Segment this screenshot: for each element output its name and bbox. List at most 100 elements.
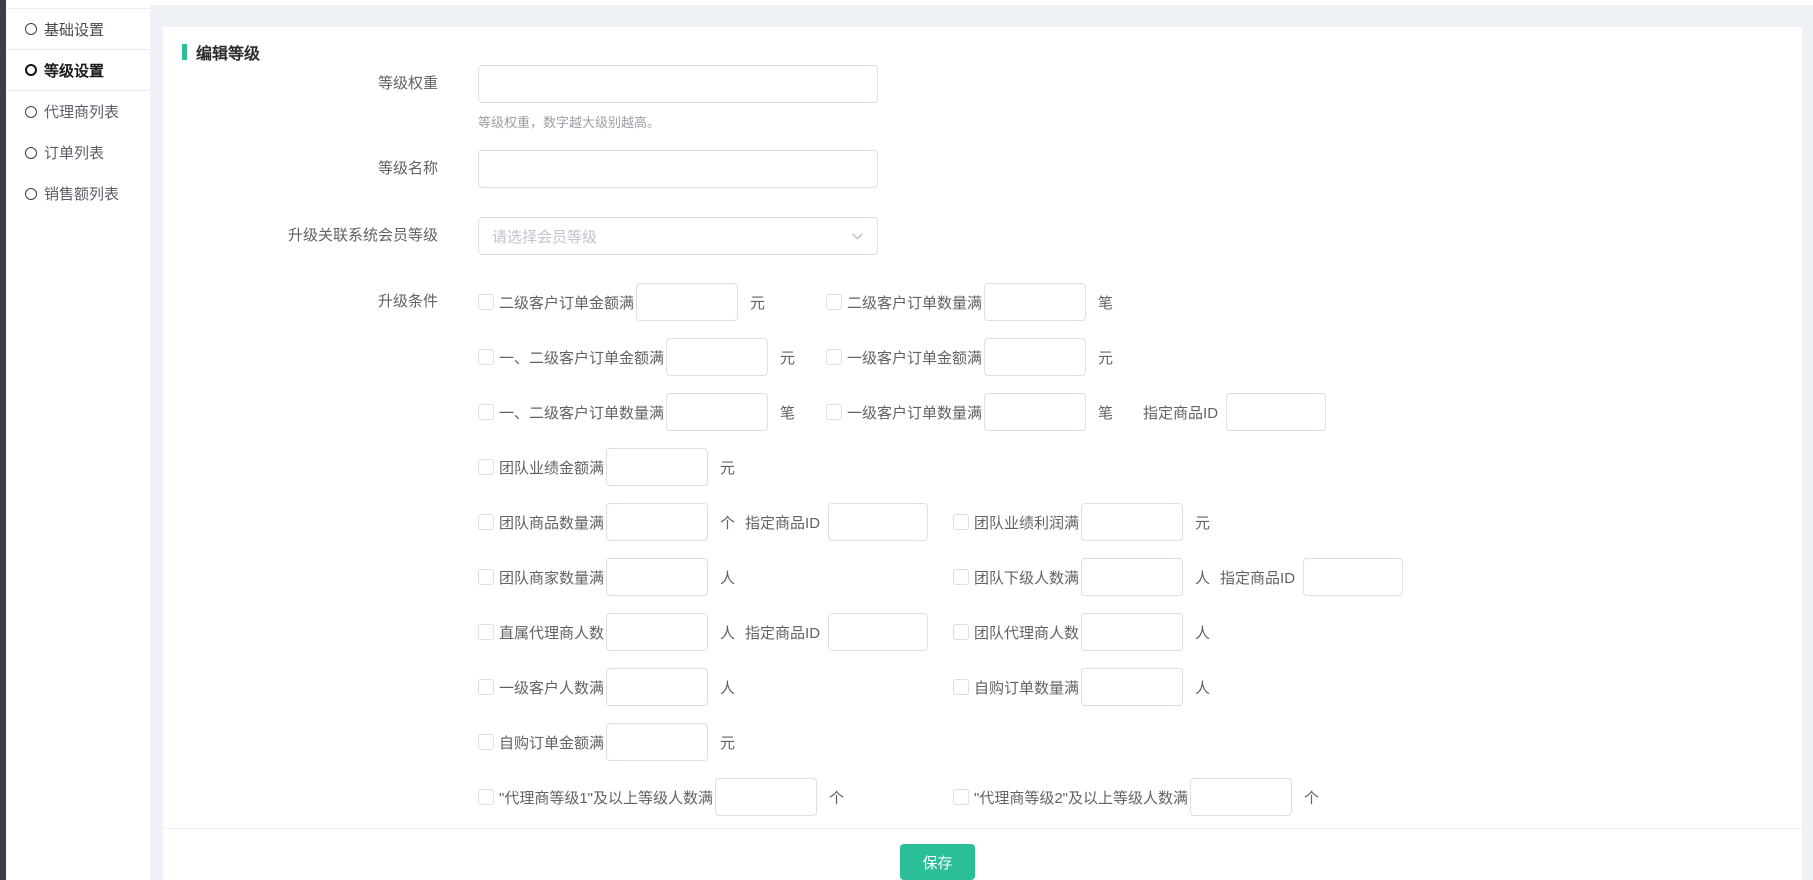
condition-value-input[interactable] bbox=[606, 558, 708, 596]
sidebar-item-label: 销售额列表 bbox=[44, 183, 119, 204]
condition-row-8: 一级客户人数满人自购订单数量满人 bbox=[478, 668, 1728, 706]
condition-row-5: 团队商品数量满个指定商品ID团队业绩利润满元 bbox=[478, 503, 1728, 541]
condition-item: 一级客户人数满 人 bbox=[478, 668, 735, 706]
sidebar-item-1[interactable]: 基础设置 bbox=[6, 9, 150, 50]
condition-checkbox[interactable] bbox=[478, 569, 494, 585]
condition-checkbox[interactable] bbox=[953, 514, 969, 530]
condition-value-input[interactable] bbox=[1190, 778, 1292, 816]
condition-checkbox[interactable] bbox=[478, 514, 494, 530]
condition-checkbox[interactable] bbox=[953, 624, 969, 640]
condition-value-input[interactable] bbox=[606, 668, 708, 706]
product-id-label: 指定商品ID bbox=[1143, 402, 1218, 423]
condition-label: 一级客户订单金额满 bbox=[847, 347, 982, 368]
member-level-select[interactable]: 请选择会员等级 bbox=[478, 217, 878, 255]
condition-checkbox[interactable] bbox=[953, 789, 969, 805]
condition-value-input[interactable] bbox=[984, 338, 1086, 376]
condition-checkbox[interactable] bbox=[478, 404, 494, 420]
condition-label: 自购订单金额满 bbox=[499, 732, 604, 753]
sidebar-item-3[interactable]: 代理商列表 bbox=[6, 91, 150, 132]
condition-label: 一级客户人数满 bbox=[499, 677, 604, 698]
condition-value-input[interactable] bbox=[666, 338, 768, 376]
condition-value-input[interactable] bbox=[1081, 613, 1183, 651]
save-bar: 保存 bbox=[163, 828, 1802, 880]
radio-circle-icon bbox=[25, 23, 37, 35]
condition-checkbox[interactable] bbox=[478, 679, 494, 695]
condition-row-2: 一、二级客户订单金额满元一级客户订单金额满元 bbox=[478, 338, 1728, 376]
product-id-input[interactable] bbox=[828, 503, 928, 541]
condition-value-input[interactable] bbox=[984, 283, 1086, 321]
product-id-input[interactable] bbox=[1303, 558, 1403, 596]
sidebar-menu: 基础设置等级设置代理商列表订单列表销售额列表 bbox=[6, 8, 150, 214]
product-id-label: 指定商品ID bbox=[745, 512, 820, 533]
condition-checkbox[interactable] bbox=[953, 679, 969, 695]
condition-label: 二级客户订单金额满 bbox=[499, 292, 634, 313]
condition-value-input[interactable] bbox=[606, 448, 708, 486]
member-level-placeholder: 请选择会员等级 bbox=[492, 226, 597, 247]
sidebar-item-2[interactable]: 等级设置 bbox=[6, 50, 150, 91]
condition-label: "代理商等级2"及以上等级人数满 bbox=[974, 787, 1188, 808]
form-row-member-level: 升级关联系统会员等级 请选择会员等级 bbox=[163, 217, 1802, 255]
weight-input[interactable] bbox=[478, 65, 878, 103]
product-id-input[interactable] bbox=[828, 613, 928, 651]
condition-label: 一级客户订单数量满 bbox=[847, 402, 982, 423]
condition-row-1: 二级客户订单金额满元二级客户订单数量满笔 bbox=[478, 283, 1728, 321]
condition-item: 团队下级人数满人指定商品ID bbox=[953, 558, 1403, 596]
radio-circle-icon bbox=[25, 147, 37, 159]
sidebar-item-label: 代理商列表 bbox=[44, 101, 119, 122]
condition-item: 二级客户订单数量满笔 bbox=[826, 283, 1113, 321]
product-id-input[interactable] bbox=[1226, 393, 1326, 431]
condition-checkbox[interactable] bbox=[826, 294, 842, 310]
condition-checkbox[interactable] bbox=[953, 569, 969, 585]
condition-value-input[interactable] bbox=[636, 283, 738, 321]
condition-checkbox[interactable] bbox=[478, 459, 494, 475]
condition-item: 自购订单金额满元 bbox=[478, 723, 735, 761]
condition-unit: 元 bbox=[1195, 512, 1210, 533]
top-gutter bbox=[163, 5, 1802, 27]
form-row-weight: 等级权重 等级权重，数字越大级别越高。 bbox=[163, 65, 1802, 130]
condition-unit: 人 bbox=[1195, 567, 1210, 588]
condition-unit: 个 bbox=[1304, 787, 1319, 808]
condition-checkbox[interactable] bbox=[478, 624, 494, 640]
sidebar-item-4[interactable]: 订单列表 bbox=[6, 132, 150, 173]
condition-unit: 人 bbox=[1195, 622, 1210, 643]
condition-checkbox[interactable] bbox=[826, 404, 842, 420]
name-input[interactable] bbox=[478, 150, 878, 188]
condition-checkbox[interactable] bbox=[478, 734, 494, 750]
title-accent-bar bbox=[182, 44, 187, 60]
weight-help-text: 等级权重，数字越大级别越高。 bbox=[478, 112, 878, 130]
sidebar-item-5[interactable]: 销售额列表 bbox=[6, 173, 150, 214]
condition-label: 团队商家数量满 bbox=[499, 567, 604, 588]
condition-value-input[interactable] bbox=[715, 778, 817, 816]
save-button[interactable]: 保存 bbox=[900, 844, 975, 880]
condition-checkbox[interactable] bbox=[478, 349, 494, 365]
member-level-label: 升级关联系统会员等级 bbox=[163, 217, 438, 255]
condition-value-input[interactable] bbox=[1081, 558, 1183, 596]
radio-circle-icon bbox=[25, 188, 37, 200]
condition-value-input[interactable] bbox=[1081, 503, 1183, 541]
condition-item: 团队业绩金额满元 bbox=[478, 448, 735, 486]
radio-circle-icon bbox=[25, 106, 37, 118]
condition-unit: 人 bbox=[720, 677, 735, 698]
condition-value-input[interactable] bbox=[606, 613, 708, 651]
content-area: 编辑等级 等级权重 等级权重，数字越大级别越高。 等级名称 升级关联系统会员等级 bbox=[150, 0, 1813, 880]
condition-unit: 个 bbox=[829, 787, 844, 808]
condition-checkbox[interactable] bbox=[826, 349, 842, 365]
condition-checkbox[interactable] bbox=[478, 789, 494, 805]
condition-checkbox[interactable] bbox=[478, 294, 494, 310]
conditions-label: 升级条件 bbox=[163, 283, 438, 321]
condition-label: 一、二级客户订单金额满 bbox=[499, 347, 664, 368]
condition-item: 一级客户订单数量满笔指定商品ID bbox=[826, 393, 1326, 431]
form-row-conditions: 升级条件 二级客户订单金额满元二级客户订单数量满笔一、二级客户订单金额满元一级客… bbox=[163, 283, 1802, 816]
condition-label: "代理商等级1"及以上等级人数满 bbox=[499, 787, 713, 808]
condition-value-input[interactable] bbox=[984, 393, 1086, 431]
condition-label: 团队商品数量满 bbox=[499, 512, 604, 533]
sidebar-item-label: 基础设置 bbox=[44, 19, 104, 40]
condition-value-input[interactable] bbox=[666, 393, 768, 431]
condition-label: 团队下级人数满 bbox=[974, 567, 1079, 588]
condition-row-3: 一、二级客户订单数量满笔一级客户订单数量满笔指定商品ID bbox=[478, 393, 1728, 431]
condition-item: 一、二级客户订单金额满元 bbox=[478, 338, 795, 376]
product-id-label: 指定商品ID bbox=[745, 622, 820, 643]
condition-value-input[interactable] bbox=[1081, 668, 1183, 706]
condition-value-input[interactable] bbox=[606, 723, 708, 761]
condition-value-input[interactable] bbox=[606, 503, 708, 541]
